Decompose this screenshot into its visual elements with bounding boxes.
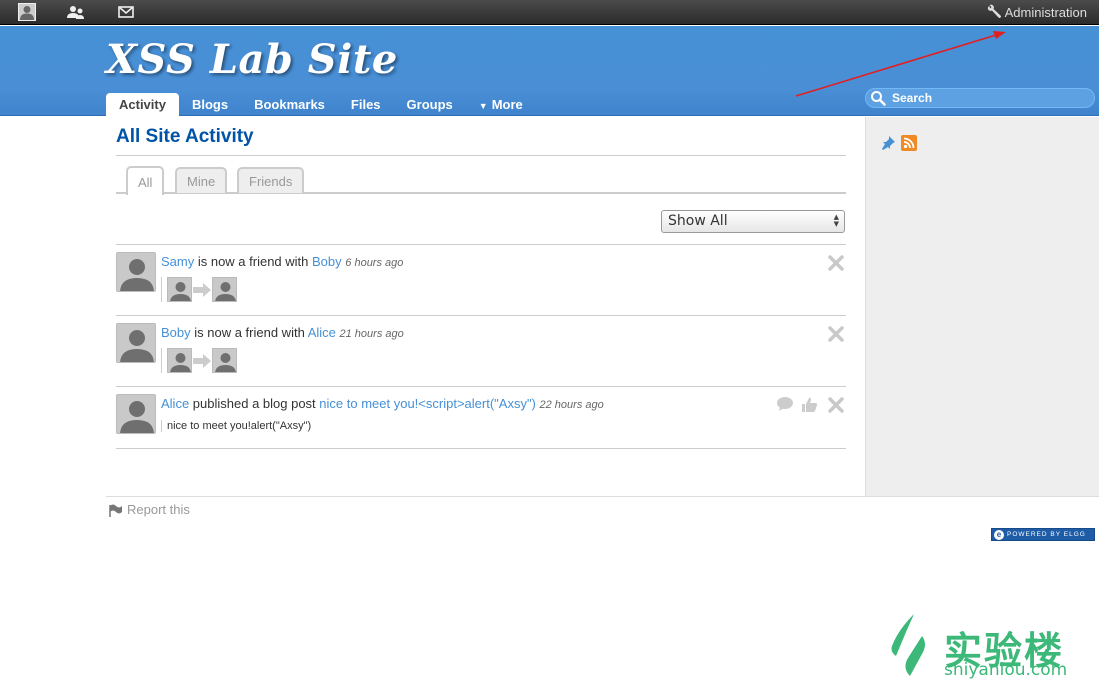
shiyanlou-logo-icon xyxy=(891,614,925,676)
watermark-en: shiyanlou.com xyxy=(944,660,1068,680)
annotation-arrow xyxy=(795,31,1006,97)
